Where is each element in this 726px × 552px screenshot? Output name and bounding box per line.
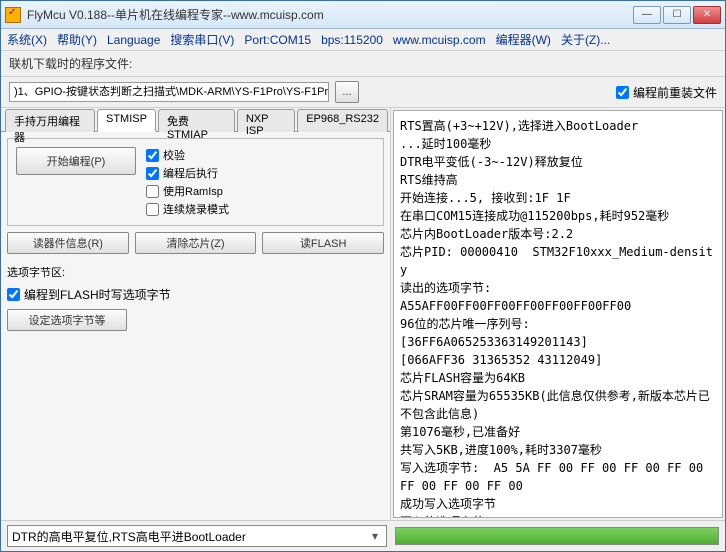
menubar: 系统(X) 帮助(Y) Language 搜索串口(V) Port:COM15 … — [1, 29, 725, 51]
log-line: ...延时100毫秒 — [400, 135, 716, 153]
log-line: 写入的选项字节: — [400, 513, 716, 518]
log-line: [36FF6A065253363149201143] — [400, 333, 716, 351]
menu-help[interactable]: 帮助(Y) — [57, 31, 97, 48]
log-line: 芯片PID: 00000410 STM32F10xxx_Medium-densi… — [400, 243, 716, 279]
reload-checkbox-row[interactable]: 编程前重装文件 — [616, 84, 717, 101]
hex-path-field[interactable]: )1、GPIO-按键状态判断之扫描式\MDK-ARM\YS-F1Pro\YS-F… — [9, 82, 329, 102]
log-line: 第1076毫秒,已准备好 — [400, 423, 716, 441]
combo-value: DTR的高电平复位,RTS高电平进BootLoader — [12, 528, 246, 545]
log-line: 成功写入选项字节 — [400, 495, 716, 513]
tab-nxpisp[interactable]: NXP ISP — [237, 109, 295, 132]
log-line: 读出的选项字节: — [400, 279, 716, 297]
program-group: 开始编程(P) 校验 编程后执行 使用RamIsp 连续烧录模式 — [7, 138, 384, 226]
log-line: DTR电平变低(-3~-12V)释放复位 — [400, 153, 716, 171]
file-row: 联机下载时的程序文件: — [1, 51, 725, 77]
window-controls: — ☐ ✕ — [633, 6, 721, 24]
titlebar[interactable]: FlyMcu V0.188--单片机在线编程专家--www.mcuisp.com… — [1, 1, 725, 29]
close-button[interactable]: ✕ — [693, 6, 721, 24]
log-line: 芯片SRAM容量为65535KB(此信息仅供参考,新版本芯片已不包含此信息) — [400, 387, 716, 423]
tab-handheld[interactable]: 手持万用编程器 — [5, 109, 95, 132]
maximize-button[interactable]: ☐ — [663, 6, 691, 24]
log-line: 芯片FLASH容量为64KB — [400, 369, 716, 387]
app-icon — [5, 7, 21, 23]
menu-site[interactable]: www.mcuisp.com — [393, 33, 486, 47]
log-line: 96位的芯片唯一序列号: — [400, 315, 716, 333]
chk-writeopt-row[interactable]: 编程到FLASH时写选项字节 — [7, 286, 384, 303]
progress-bar — [395, 527, 719, 545]
menu-bps[interactable]: bps:115200 — [321, 33, 383, 47]
chk-runafter[interactable] — [146, 167, 159, 180]
read-flash-button[interactable]: 读FLASH — [262, 232, 384, 254]
tab-stmisp[interactable]: STMISP — [97, 109, 156, 132]
action-buttons: 读器件信息(R) 清除芯片(Z) 读FLASH — [7, 232, 384, 254]
log-panel[interactable]: RTS置高(+3~+12V),选择进入BootLoader...延时100毫秒D… — [393, 110, 723, 518]
minimize-button[interactable]: — — [633, 6, 661, 24]
left-panel: 手持万用编程器 STMISP 免费STMIAP NXP ISP EP968_RS… — [1, 108, 391, 520]
reload-label: 编程前重装文件 — [633, 84, 717, 101]
reload-checkbox[interactable] — [616, 86, 629, 99]
log-line: 共写入5KB,进度100%,耗时3307毫秒 — [400, 441, 716, 459]
menu-searchport[interactable]: 搜索串口(V) — [170, 31, 234, 48]
chk-ramisp-row[interactable]: 使用RamIsp — [146, 183, 229, 199]
chk-continuous-row[interactable]: 连续烧录模式 — [146, 201, 229, 217]
chk-runafter-row[interactable]: 编程后执行 — [146, 165, 229, 181]
read-info-button[interactable]: 读器件信息(R) — [7, 232, 129, 254]
file-row2: )1、GPIO-按键状态判断之扫描式\MDK-ARM\YS-F1Pro\YS-F… — [1, 77, 725, 108]
menu-port[interactable]: Port:COM15 — [244, 33, 311, 47]
tab-stmiap[interactable]: 免费STMIAP — [158, 109, 235, 132]
log-line: RTS维持高 — [400, 171, 716, 189]
menu-about[interactable]: 关于(Z)... — [561, 31, 610, 48]
menu-language[interactable]: Language — [107, 33, 160, 47]
log-line: 在串口COM15连接成功@115200bps,耗时952毫秒 — [400, 207, 716, 225]
log-line: RTS置高(+3~+12V),选择进入BootLoader — [400, 117, 716, 135]
chk-verify[interactable] — [146, 149, 159, 162]
log-line: 芯片内BootLoader版本号:2.2 — [400, 225, 716, 243]
chk-ramisp[interactable] — [146, 185, 159, 198]
option-checks: 校验 编程后执行 使用RamIsp 连续烧录模式 — [146, 147, 229, 217]
path-label: 联机下载时的程序文件: — [9, 55, 132, 72]
chk-continuous[interactable] — [146, 203, 159, 216]
tab-content: 开始编程(P) 校验 编程后执行 使用RamIsp 连续烧录模式 读器件信息(R… — [1, 132, 390, 520]
option-bytes-label: 选项字节区: — [7, 264, 384, 280]
log-line: 写入选项字节: A5 5A FF 00 FF 00 FF 00 FF 00 FF… — [400, 459, 716, 495]
chk-writeopt[interactable] — [7, 288, 20, 301]
menu-programmer[interactable]: 编程器(W) — [496, 31, 551, 48]
log-line: A55AFF00FF00FF00FF00FF00FF00FF00 — [400, 297, 716, 315]
log-line: 开始连接...5, 接收到:1F 1F — [400, 189, 716, 207]
main-area: 手持万用编程器 STMISP 免费STMIAP NXP ISP EP968_RS… — [1, 108, 725, 520]
set-option-button[interactable]: 设定选项字节等 — [7, 309, 127, 331]
window-title: FlyMcu V0.188--单片机在线编程专家--www.mcuisp.com — [27, 6, 633, 23]
status-bar: DTR的高电平复位,RTS高电平进BootLoader ▾ — [1, 520, 725, 551]
start-program-button[interactable]: 开始编程(P) — [16, 147, 136, 175]
chevron-down-icon: ▾ — [368, 529, 382, 543]
chk-verify-row[interactable]: 校验 — [146, 147, 229, 163]
tab-ep968[interactable]: EP968_RS232 — [297, 109, 388, 132]
erase-button[interactable]: 清除芯片(Z) — [135, 232, 257, 254]
reset-mode-combo[interactable]: DTR的高电平复位,RTS高电平进BootLoader ▾ — [7, 525, 387, 547]
tab-strip: 手持万用编程器 STMISP 免费STMIAP NXP ISP EP968_RS… — [1, 108, 390, 132]
menu-system[interactable]: 系统(X) — [7, 31, 47, 48]
app-window: FlyMcu V0.188--单片机在线编程专家--www.mcuisp.com… — [0, 0, 726, 552]
browse-button[interactable]: ... — [335, 81, 359, 103]
log-line: [066AFF36 31365352 43112049] — [400, 351, 716, 369]
